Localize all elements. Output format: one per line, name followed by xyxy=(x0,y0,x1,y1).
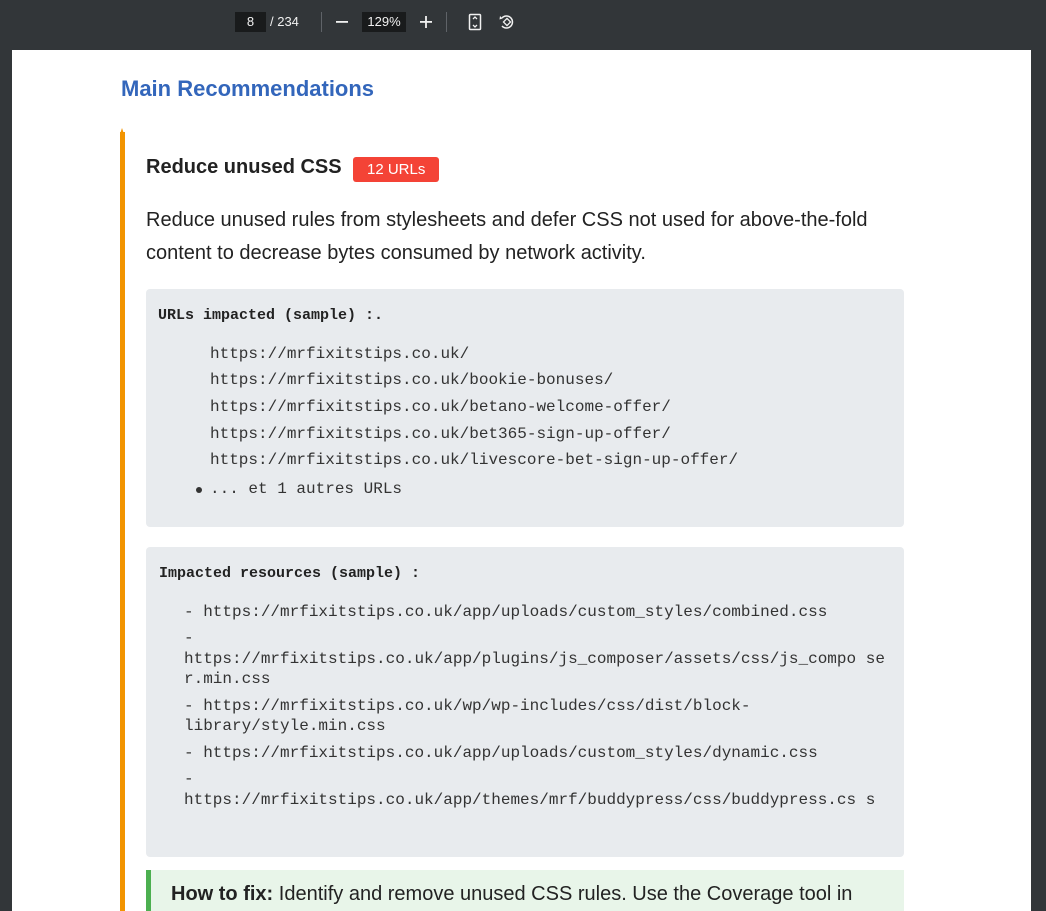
urls-impacted-box: URLs impacted (sample) :. https://mrfixi… xyxy=(146,289,904,527)
page-number-input[interactable]: 8 xyxy=(235,12,266,32)
url-item: https://mrfixitstips.co.uk/ xyxy=(210,345,470,363)
main-title: Main Recommendations xyxy=(121,76,375,101)
page-total: / 234 xyxy=(270,14,299,29)
url-item: https://mrfixitstips.co.uk/bet365-sign-u… xyxy=(210,425,671,443)
url-item: https://mrfixitstips.co.uk/betano-welcom… xyxy=(210,398,671,416)
fit-page-icon xyxy=(468,13,482,31)
resource-item: - https://mrfixitstips.co.uk/app/uploads… xyxy=(184,603,828,621)
resource-item: https://mrfixitstips.co.uk/app/themes/mr… xyxy=(184,791,876,809)
resource-item: - xyxy=(184,770,194,788)
how-to-fix-text: How to fix: Identify and remove unused C… xyxy=(171,883,852,906)
resource-item: - xyxy=(184,629,194,647)
url-count-badge: 12 URLs xyxy=(353,157,440,182)
accent-bar xyxy=(120,132,125,911)
bullet-dot xyxy=(196,487,202,493)
rotate-icon xyxy=(499,15,514,29)
pdf-page: Main Recommendations Reduce unused CSS 1… xyxy=(12,50,1031,911)
fit-page-button[interactable] xyxy=(462,9,488,35)
plus-icon xyxy=(420,16,432,28)
more-urls-text: ... et 1 autres URLs xyxy=(210,480,403,498)
rotate-button[interactable] xyxy=(494,9,520,35)
resource-item: https://mrfixitstips.co.uk/app/plugins/j… xyxy=(184,650,885,688)
zoom-in-button[interactable] xyxy=(413,9,439,35)
how-to-fix-label: How to fix: xyxy=(171,883,274,905)
resource-item: - https://mrfixitstips.co.uk/app/uploads… xyxy=(184,744,818,762)
toolbar-divider xyxy=(321,12,322,32)
url-item: https://mrfixitstips.co.uk/bookie-bonuse… xyxy=(210,371,614,389)
zoom-input[interactable]: 129% xyxy=(362,12,406,32)
resource-item: - https://mrfixitstips.co.uk/wp/wp-inclu… xyxy=(184,697,751,735)
impacted-resources-box: Impacted resources (sample) : - https://… xyxy=(146,547,904,857)
zoom-out-button[interactable] xyxy=(329,9,355,35)
minus-icon xyxy=(336,21,348,23)
how-to-fix-body: Identify and remove unused CSS rules. Us… xyxy=(278,883,853,905)
section-title: Reduce unused CSS xyxy=(146,156,342,178)
url-item: https://mrfixitstips.co.uk/livescore-bet… xyxy=(210,451,739,469)
how-to-fix-box: How to fix: Identify and remove unused C… xyxy=(146,870,904,911)
toolbar-divider xyxy=(446,12,447,32)
resources-box-heading: Impacted resources (sample) : xyxy=(159,565,421,582)
urls-box-heading: URLs impacted (sample) :. xyxy=(158,307,384,324)
section-description: Reduce unused rules from stylesheets and… xyxy=(146,209,868,264)
pdf-toolbar: 8 / 234 129% xyxy=(0,0,1046,46)
